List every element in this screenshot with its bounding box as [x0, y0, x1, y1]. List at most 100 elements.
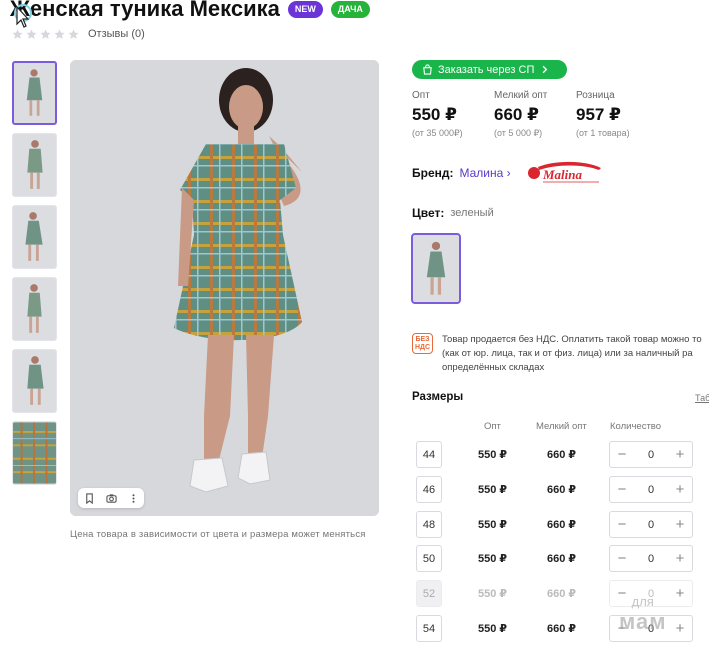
price-tier-min: (от 35 000₽) — [412, 128, 463, 138]
quantity-value[interactable]: 0 — [648, 484, 654, 496]
price-tier-retail: Розница 957 ₽ (от 1 товара) — [576, 90, 658, 139]
size-label[interactable]: 46 — [416, 476, 442, 503]
vat-text-line: (как от юр. лица, так и от физ. лица) ил… — [442, 348, 693, 359]
size-price-small-opt: 660 ₽ — [547, 588, 577, 600]
column-header-qty: Количество — [610, 421, 662, 432]
star-icon — [40, 28, 51, 39]
price-tier-value: 660 ₽ — [494, 105, 539, 124]
plus-icon: + — [675, 584, 685, 602]
column-header-small-opt: Мелкий опт — [536, 421, 587, 432]
price-tier-min: (от 5 000 ₽) — [494, 128, 543, 138]
color-row: Цвет: зеленый — [412, 206, 494, 220]
vat-text-line: определённых складах — [442, 362, 545, 373]
thumbnail-4[interactable] — [12, 277, 57, 341]
thumbnail-5[interactable] — [12, 349, 57, 413]
quantity-value[interactable]: 0 — [648, 553, 654, 565]
more-icon[interactable] — [122, 488, 144, 508]
main-product-photo[interactable] — [70, 60, 379, 516]
size-row-44: 44 550 ₽ 660 ₽ − 0 + — [416, 441, 696, 468]
size-row-48: 48 550 ₽ 660 ₽ − 0 + — [416, 511, 696, 538]
order-via-sp-button[interactable]: Заказать через СП — [412, 60, 567, 79]
thumbnail-3[interactable] — [12, 205, 57, 269]
plus-icon[interactable]: + — [674, 621, 686, 636]
size-price-opt: 550 ₽ — [478, 519, 508, 531]
quantity-stepper: − 0 + — [609, 476, 693, 503]
price-tier-label: Розница — [576, 90, 615, 101]
size-price-opt: 550 ₽ — [478, 623, 508, 635]
size-row-50: 50 550 ₽ 660 ₽ − 0 + — [416, 545, 696, 572]
size-price-opt: 550 ₽ — [478, 553, 508, 565]
vat-notice: БЕЗ НДС Товар продается без НДС. Оплатит… — [412, 333, 709, 375]
rating-row: Отзывы (0) — [12, 28, 145, 40]
order-button-label: Заказать через СП — [438, 63, 535, 76]
price-tier-value: 550 ₽ — [412, 105, 457, 124]
bookmark-icon[interactable] — [78, 488, 100, 508]
size-label[interactable]: 54 — [416, 615, 442, 642]
quantity-value[interactable]: 0 — [648, 519, 654, 531]
star-icon — [54, 28, 65, 39]
color-value: зеленый — [450, 207, 494, 219]
quantity-value[interactable]: 0 — [648, 449, 654, 461]
price-tiers: Опт 550 ₽ (от 35 000₽) Мелкий опт 660 ₽ … — [412, 90, 658, 139]
color-swatch-green[interactable] — [411, 233, 461, 304]
camera-search-icon[interactable] — [100, 488, 122, 508]
plus-icon[interactable]: + — [674, 551, 686, 566]
brand-logo: Malina — [527, 161, 601, 183]
brand-link[interactable]: Малина › — [460, 166, 511, 180]
reviews-link[interactable]: Отзывы (0) — [88, 28, 145, 40]
star-icon — [12, 28, 23, 39]
color-label: Цвет: — [412, 206, 445, 220]
column-header-opt: Опт — [484, 421, 501, 432]
new-badge: NEW — [287, 0, 323, 18]
vat-text-line: Товар продается без НДС. Оплатить такой … — [442, 334, 702, 345]
product-title: Женская туника Мексика — [10, 0, 280, 21]
title-row: Женская туника Мексика NEW ДАЧА — [10, 0, 370, 22]
size-row-46: 46 550 ₽ 660 ₽ − 0 + — [416, 476, 696, 503]
shopping-bag-icon — [423, 64, 432, 75]
brand-label: Бренд: — [412, 166, 454, 180]
mouse-cursor-icon — [14, 4, 32, 28]
price-tier-min: (от 1 товара) — [576, 128, 630, 138]
size-table-link[interactable]: Таб — [695, 393, 709, 403]
thumbnail-1[interactable] — [12, 61, 57, 125]
size-price-small-opt: 660 ₽ — [547, 484, 577, 496]
star-icon — [26, 28, 37, 39]
price-note: Цена товара в зависимости от цвета и раз… — [70, 529, 366, 540]
size-price-opt: 550 ₽ — [478, 484, 508, 496]
plus-icon[interactable]: + — [674, 517, 686, 532]
quantity-stepper: − 0 + — [609, 545, 693, 572]
chevron-right-icon: › — [506, 166, 511, 180]
thumbnail-2[interactable] — [12, 133, 57, 197]
quantity-stepper: − 0 + — [609, 441, 693, 468]
size-label[interactable]: 48 — [416, 511, 442, 538]
quantity-stepper: − 0 + — [609, 511, 693, 538]
size-label: 52 — [416, 580, 442, 607]
svg-text:Malina: Malina — [542, 167, 583, 182]
thumbnail-6-fabric[interactable] — [12, 421, 57, 485]
size-price-small-opt: 660 ₽ — [547, 519, 577, 531]
price-tier-small-wholesale: Мелкий опт 660 ₽ (от 5 000 ₽) — [494, 90, 576, 139]
size-price-small-opt: 660 ₽ — [547, 553, 577, 565]
price-tier-wholesale: Опт 550 ₽ (от 35 000₽) — [412, 90, 494, 139]
size-label[interactable]: 50 — [416, 545, 442, 572]
minus-icon[interactable]: − — [616, 517, 628, 532]
no-vat-icon: БЕЗ НДС — [412, 333, 433, 354]
thumbnail-list — [12, 61, 60, 493]
minus-icon[interactable]: − — [616, 447, 628, 462]
vat-text: Товар продается без НДС. Оплатить такой … — [442, 333, 702, 375]
size-price-small-opt: 660 ₽ — [547, 623, 577, 635]
site-watermark: для мам — [619, 592, 667, 634]
size-label[interactable]: 44 — [416, 441, 442, 468]
minus-icon[interactable]: − — [616, 482, 628, 497]
size-price-small-opt: 660 ₽ — [547, 449, 577, 461]
plus-icon[interactable]: + — [674, 482, 686, 497]
price-tier-value: 957 ₽ — [576, 105, 621, 124]
brand-name: Малина — [459, 166, 504, 180]
price-tier-label: Опт — [412, 90, 430, 101]
photo-toolbar — [78, 488, 144, 508]
brand-row: Бренд: Малина › Malina — [412, 160, 603, 186]
plus-icon[interactable]: + — [674, 447, 686, 462]
price-tier-label: Мелкий опт — [494, 90, 548, 101]
minus-icon[interactable]: − — [616, 551, 628, 566]
watermark-bottom: мам — [619, 609, 667, 634]
